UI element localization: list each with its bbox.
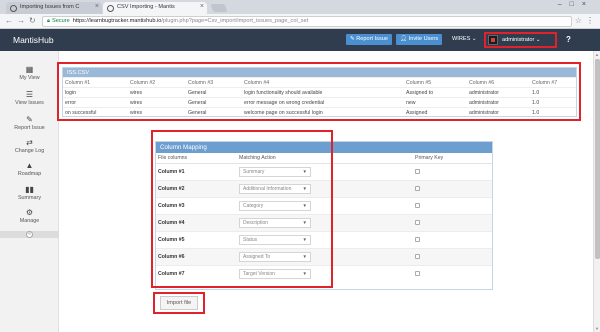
sidebar-item-label: View Issues (15, 100, 44, 106)
road-icon: ▲ (25, 161, 34, 170)
reload-icon[interactable]: ↻ (29, 16, 36, 25)
address-bar: ← → ↻ 🔒︎ Secure https://learnbugtracker.ma… (0, 14, 600, 29)
window-controls[interactable]: –□× (558, 1, 594, 8)
sidebar-item-label: Report Issue (14, 125, 45, 131)
highlight-box (153, 292, 205, 314)
browser-tab[interactable]: Importing Issues from C × (6, 2, 102, 14)
primary-key-checkbox[interactable] (415, 185, 420, 191)
sidebar-item-label: My View (19, 75, 40, 81)
tab-label: CSV Importing - Mantis (117, 4, 175, 10)
list-icon: ☰ (25, 90, 34, 99)
avatar (488, 35, 498, 45)
new-tab-button[interactable] (210, 4, 228, 12)
gears-icon: ⚙ (25, 208, 34, 217)
sidebar-collapse[interactable]: « (0, 231, 59, 238)
github-icon (10, 4, 17, 12)
project-selector[interactable]: WIRES ⌄ (452, 36, 477, 42)
sidebar-item-my-view[interactable]: ▦ My View (0, 63, 59, 87)
scrollbar-thumb[interactable] (595, 59, 600, 259)
scroll-down-icon[interactable]: ▼ (595, 326, 599, 331)
app-navbar: MantisHub ✎ Report Issue 👤︎ Invite Users… (0, 29, 600, 51)
sidebar-item-report-issue[interactable]: ✎ Report Issue (0, 113, 59, 137)
secure-label: Secure (51, 18, 70, 24)
url-path: /plugin.php?page=Csv_import/import_issue… (161, 18, 309, 24)
dashboard-icon: ▦ (25, 65, 34, 74)
bar-chart-icon: ▮▮ (25, 185, 34, 194)
browser-menu-icon[interactable]: ⋮ (586, 16, 594, 25)
retweet-icon: ⇄ (26, 138, 33, 147)
report-issue-label: Report Issue (356, 36, 388, 42)
sidebar-item-label: Roadmap (17, 171, 42, 177)
page-scrollbar[interactable]: ▲ ▼ (593, 51, 600, 332)
sidebar-item-manage[interactable]: ⚙ Manage (0, 206, 59, 230)
sidebar-item-label: Summary (17, 195, 42, 201)
username: administrator ⌄ (502, 37, 541, 43)
url-host: https://learnbugtracker.mantishub.io (72, 18, 162, 24)
sidebar-item-label: Manage (19, 218, 40, 224)
close-tab-icon[interactable]: × (95, 3, 99, 10)
tab-label: Importing Issues from C (20, 4, 80, 10)
collapse-icon: « (26, 231, 33, 238)
invite-users-button[interactable]: 👤︎ Invite Users (396, 34, 443, 45)
invite-users-label: Invite Users (408, 36, 439, 42)
sidebar-item-roadmap[interactable]: ▲ Roadmap (0, 159, 59, 183)
user-plus-icon: 👤︎ (400, 36, 409, 42)
edit-icon: ✎ (26, 115, 33, 124)
close-tab-icon[interactable]: × (200, 3, 204, 10)
primary-key-checkbox[interactable] (415, 202, 420, 208)
primary-key-checkbox[interactable] (415, 270, 420, 276)
sidebar-item-label: Change Log (14, 148, 45, 154)
brand-logo[interactable]: MantisHub (13, 35, 54, 45)
highlight-box (151, 130, 333, 288)
highlight-box (57, 62, 581, 121)
browser-tabbar: Importing Issues from C × CSV Importing … (0, 0, 600, 14)
primary-key-checkbox[interactable] (415, 219, 420, 225)
forward-icon[interactable]: → (17, 16, 25, 25)
back-icon[interactable]: ← (5, 16, 13, 25)
sidebar-item-change-log[interactable]: ⇄ Change Log (0, 136, 59, 160)
primary-key-checkbox[interactable] (415, 236, 420, 242)
primary-key-checkbox[interactable] (415, 168, 420, 174)
sidebar: ▦ My View ☰ View Issues ✎ Report Issue ⇄… (0, 51, 59, 332)
scroll-up-icon[interactable]: ▲ (595, 52, 599, 57)
browser-tab-active[interactable]: CSV Importing - Mantis × (103, 2, 207, 14)
url-input[interactable]: 🔒︎ Secure https://learnbugtracker.mantishu… (42, 16, 572, 27)
help-icon[interactable]: ? (566, 35, 571, 44)
lock-icon: 🔒︎ (47, 18, 50, 24)
github-icon (107, 4, 114, 12)
sidebar-item-view-issues[interactable]: ☰ View Issues (0, 88, 59, 112)
primary-key-checkbox[interactable] (415, 253, 420, 259)
table-header: Primary Key (413, 153, 492, 164)
user-menu[interactable]: administrator ⌄ (484, 32, 557, 48)
bookmark-star-icon[interactable]: ☆ (575, 16, 582, 25)
sidebar-item-summary[interactable]: ▮▮ Summary (0, 183, 59, 207)
report-issue-button[interactable]: ✎ Report Issue (346, 34, 392, 45)
